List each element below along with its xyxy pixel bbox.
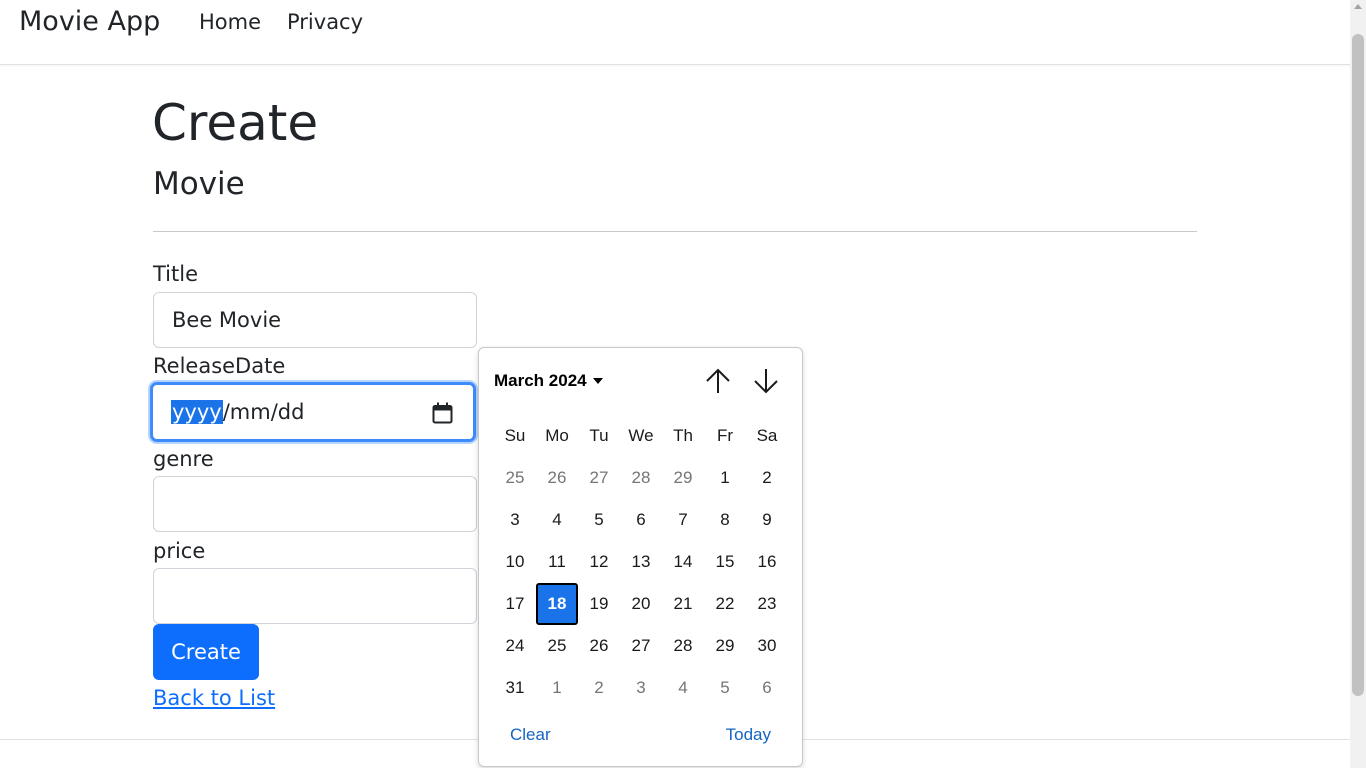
calendar-week-row: 17 18 19 20 21 22 23 [494,583,788,625]
weekday-header: Su [504,426,526,445]
calendar-day[interactable]: 25 [494,457,536,499]
genre-input[interactable] [153,476,477,532]
weekday-header: Mo [545,426,569,445]
date-month-day-segment[interactable]: /mm/dd [223,400,305,424]
calendar-day[interactable]: 26 [536,457,578,499]
calendar-day[interactable]: 21 [662,583,704,625]
calendar-day[interactable]: 13 [620,541,662,583]
date-year-segment[interactable]: yyyy [171,400,223,424]
month-year-selector[interactable]: March 2024 [494,371,603,391]
caret-down-icon [592,378,603,384]
scrollbar-thumb[interactable] [1352,34,1364,696]
calendar-day[interactable]: 27 [620,625,662,667]
navbar: Movie App Home Privacy [0,0,1350,65]
calendar-day[interactable]: 23 [746,583,788,625]
price-input[interactable] [153,568,477,624]
calendar-day[interactable]: 29 [704,625,746,667]
arrow-up-icon[interactable] [703,366,733,396]
calendar-day[interactable]: 30 [746,625,788,667]
calendar-day[interactable]: 1 [704,457,746,499]
calendar-week-row: 31 1 2 3 4 5 6 [494,667,788,709]
weekday-header: We [628,426,654,445]
calendar-day[interactable]: 12 [578,541,620,583]
calendar-day[interactable]: 26 [578,625,620,667]
calendar-day[interactable]: 24 [494,625,536,667]
arrow-down-icon[interactable] [751,366,781,396]
calendar-icon[interactable] [432,402,453,424]
vertical-scrollbar[interactable] [1350,0,1366,768]
calendar-day[interactable]: 27 [578,457,620,499]
calendar-day[interactable]: 6 [746,667,788,709]
release-date-label: ReleaseDate [153,354,286,378]
calendar-day[interactable]: 3 [620,667,662,709]
calendar-day[interactable]: 4 [536,499,578,541]
calendar-day[interactable]: 25 [536,625,578,667]
back-to-list-link[interactable]: Back to List [153,686,275,710]
calendar-day[interactable]: 7 [662,499,704,541]
today-button[interactable]: Today [726,725,771,745]
weekday-header: Sa [756,426,778,445]
title-input-value: Bee Movie [172,308,282,332]
calendar-day[interactable]: 8 [704,499,746,541]
calendar-day[interactable]: 16 [746,541,788,583]
page-subtitle: Movie [153,166,245,202]
calendar-day[interactable]: 20 [620,583,662,625]
calendar-day[interactable]: 3 [494,499,536,541]
calendar-day[interactable]: 17 [494,583,536,625]
calendar-day[interactable]: 5 [704,667,746,709]
calendar-day-selected[interactable]: 18 [536,583,578,625]
release-date-placeholder: yyyy/mm/dd [171,400,304,424]
nav-link-home[interactable]: Home [199,10,261,34]
page-title: Create [152,94,319,152]
calendar-day[interactable]: 4 [662,667,704,709]
calendar-day[interactable]: 31 [494,667,536,709]
calendar-grid: Su Mo Tu We Th Fr Sa 25 26 27 28 29 1 2 3 4 5 6 7 8 9 10 11 12… [494,415,788,709]
calendar-day[interactable]: 1 [536,667,578,709]
weekday-header: Th [673,426,693,445]
weekday-header: Fr [716,426,734,445]
brand-link[interactable]: Movie App [19,6,160,37]
weekday-header: Tu [589,426,609,445]
create-button[interactable]: Create [153,624,259,680]
scroll-up-arrow-icon[interactable] [1354,4,1362,9]
calendar-day[interactable]: 14 [662,541,704,583]
calendar-week-row: 3456789 [494,499,788,541]
calendar-day[interactable]: 28 [662,625,704,667]
release-date-input[interactable]: yyyy/mm/dd [150,382,476,442]
divider [153,231,1197,232]
nav-link-privacy[interactable]: Privacy [287,10,363,34]
calendar-day[interactable]: 6 [620,499,662,541]
calendar-day[interactable]: 29 [662,457,704,499]
weekday-header-row: Su Mo Tu We Th Fr Sa [494,415,788,457]
title-label: Title [153,262,199,286]
title-input[interactable]: Bee Movie [153,292,477,348]
month-year-label: March 2024 [494,371,587,390]
calendar-day[interactable]: 9 [746,499,788,541]
calendar-day[interactable]: 5 [578,499,620,541]
calendar-week-row: 24 25 26 27 28 29 30 [494,625,788,667]
calendar-day[interactable]: 10 [494,541,536,583]
genre-label: genre [153,447,214,471]
calendar-day[interactable]: 2 [578,667,620,709]
calendar-day[interactable]: 19 [578,583,620,625]
date-picker-popup: March 2024 Su Mo Tu We Th Fr Sa 25 26 27 28 29 1 2 3 4… [478,347,803,767]
calendar-week-row: 10 11 12 13 14 15 16 [494,541,788,583]
calendar-day[interactable]: 15 [704,541,746,583]
calendar-day[interactable]: 2 [746,457,788,499]
calendar-day[interactable]: 11 [536,541,578,583]
calendar-week-row: 25 26 27 28 29 1 2 [494,457,788,499]
calendar-day[interactable]: 28 [620,457,662,499]
price-label: price [153,539,206,563]
calendar-day[interactable]: 22 [704,583,746,625]
clear-button[interactable]: Clear [510,725,551,745]
